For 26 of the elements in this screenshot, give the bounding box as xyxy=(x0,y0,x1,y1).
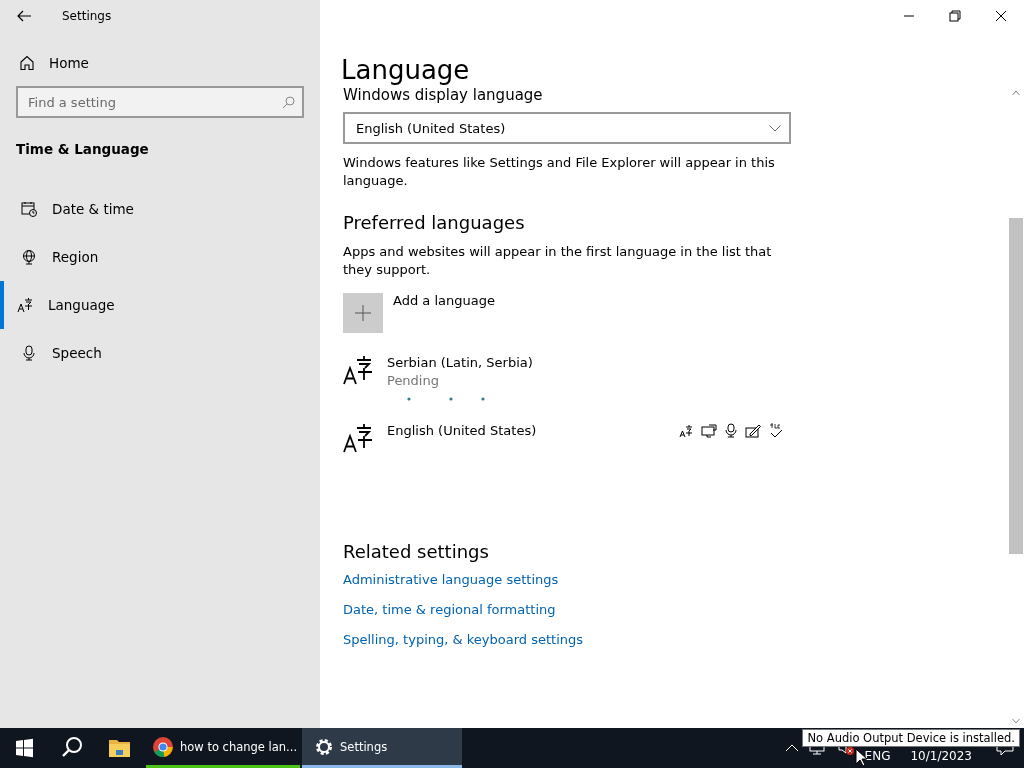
settings-link[interactable]: Spelling, typing, & keyboard settings xyxy=(343,630,584,650)
sidebar-item[interactable]: Speech xyxy=(0,329,320,377)
settings-link[interactable]: Administrative language settings xyxy=(343,570,559,590)
taskbar-app[interactable]: Settings xyxy=(302,728,462,768)
description-text: Apps and websites will appear in the first language in the list that they support. xyxy=(343,243,773,279)
section-heading: Windows display language xyxy=(343,86,543,104)
language-name: Serbian (Latin, Serbia) xyxy=(387,355,534,370)
sidebar-item[interactable]: Region xyxy=(0,233,320,281)
taskbar-app[interactable]: how to change lan... xyxy=(146,728,300,768)
sidebar-item[interactable]: Date & time xyxy=(0,185,320,233)
language-name: English (United States) xyxy=(387,423,538,438)
section-heading: Related settings xyxy=(343,541,489,562)
clock-date[interactable]: 10/1/2023 xyxy=(910,749,972,763)
category-heading: Time & Language xyxy=(16,141,150,157)
search-field[interactable]: Find a setting xyxy=(16,86,304,118)
page-title: Language xyxy=(341,54,471,86)
input-language[interactable]: ENG xyxy=(864,749,891,763)
section-heading: Preferred languages xyxy=(343,212,525,233)
settings-link[interactable]: Date, time & regional formatting xyxy=(343,600,556,620)
description-text: Windows features like Settings and File Explorer will appear in this language. xyxy=(343,154,776,190)
tooltip: No Audio Output Device is installed. xyxy=(802,729,1020,747)
window-title: Settings xyxy=(62,9,112,23)
language-status: Pending xyxy=(387,373,440,388)
add-language-label[interactable]: Add a language xyxy=(393,293,495,308)
home-link[interactable]: Home xyxy=(19,55,320,71)
language-dropdown[interactable]: English (United States) xyxy=(343,112,791,144)
